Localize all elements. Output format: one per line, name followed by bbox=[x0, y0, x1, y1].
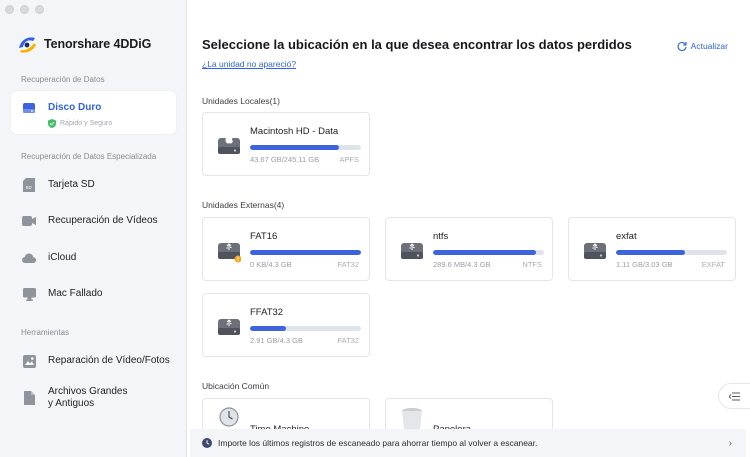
app-brand: Tenorshare 4DDiG bbox=[16, 33, 151, 55]
sidebar-item-label: Tarjeta SD bbox=[48, 179, 95, 190]
drive-usage-fill bbox=[433, 250, 537, 255]
sidebar: Tenorshare 4DDiG Recuperación de Datos D… bbox=[0, 0, 187, 457]
drive-size: 1.11 GB/3.03 GB bbox=[616, 260, 673, 269]
photo-repair-icon bbox=[22, 353, 36, 369]
drive-name: FAT16 bbox=[250, 231, 278, 242]
drive-filesystem: FAT32 bbox=[337, 260, 359, 269]
drive-name: ntfs bbox=[433, 231, 449, 242]
drive-card-fat16[interactable]: FAT16 0 KB/4.3 GB FAT32 bbox=[202, 217, 370, 281]
refresh-button[interactable]: Actualizar bbox=[677, 41, 728, 51]
drive-usage-fill bbox=[250, 145, 339, 150]
sidebar-item-icloud[interactable]: iCloud bbox=[11, 249, 176, 267]
drive-filesystem: FAT32 bbox=[337, 336, 359, 345]
history-clock-icon bbox=[202, 438, 212, 448]
drive-usage-bar bbox=[616, 250, 727, 255]
label-line-2: y Antiguos bbox=[48, 398, 95, 409]
close-window-button[interactable] bbox=[5, 5, 14, 14]
video-camera-icon bbox=[22, 213, 36, 229]
sidebar-item-mac-fallado[interactable]: Mac Fallado bbox=[11, 285, 176, 303]
sidebar-item-large-old-files[interactable]: Archivos Grandes y Antiguos bbox=[11, 385, 176, 411]
drive-usage-bar bbox=[250, 326, 361, 331]
zoom-window-button[interactable] bbox=[35, 5, 44, 14]
cloud-icon bbox=[22, 250, 36, 266]
common-locations-label: Ubicación Común bbox=[202, 381, 270, 391]
refresh-icon bbox=[677, 41, 687, 51]
app-name: Tenorshare 4DDiG bbox=[44, 37, 152, 51]
drive-usage-bar bbox=[433, 250, 544, 255]
window-controls bbox=[5, 5, 44, 14]
drive-card-exfat[interactable]: exfat 1.11 GB/3.03 GB EXFAT bbox=[568, 217, 736, 281]
sidebar-item-label: iCloud bbox=[48, 252, 77, 263]
drive-filesystem: APFS bbox=[339, 155, 359, 164]
shield-check-icon bbox=[48, 119, 56, 128]
section-title-special: Recuperación de Datos Especializada bbox=[21, 152, 157, 161]
sidebar-item-video-recovery[interactable]: Recuperación de Vídeos bbox=[11, 212, 176, 230]
label-line-1: Archivos Grandes bbox=[48, 386, 128, 397]
drive-usage-bar bbox=[250, 250, 361, 255]
drive-size: 2.91 GB/4.3 GB bbox=[250, 336, 303, 345]
local-drives-label: Unidades Locales(1) bbox=[202, 96, 280, 106]
svg-text:SD: SD bbox=[26, 185, 33, 190]
mac-drive-icon bbox=[218, 133, 240, 154]
file-icon bbox=[22, 390, 36, 406]
refresh-label: Actualizar bbox=[690, 41, 728, 51]
usb-drive-icon bbox=[401, 243, 423, 259]
drive-card-ffat32[interactable]: FFAT32 2.91 GB/4.3 GB FAT32 bbox=[202, 293, 370, 357]
drive-name: exfat bbox=[616, 231, 637, 242]
drive-usage-fill bbox=[250, 326, 286, 331]
chevron-right-icon: › bbox=[728, 438, 732, 449]
crashed-mac-icon bbox=[22, 286, 36, 302]
sidebar-item-label: Recuperación de Vídeos bbox=[48, 215, 158, 226]
drive-name: Macintosh HD - Data bbox=[250, 126, 339, 137]
drive-size: 0 KB/4.3 GB bbox=[250, 260, 292, 269]
disk-note: Rápido y Seguro bbox=[48, 119, 112, 128]
sidebar-item-label: Mac Fallado bbox=[48, 288, 103, 299]
sidebar-item-video-photo-repair[interactable]: Reparación de Vídeo/Fotos bbox=[11, 352, 176, 370]
drive-size: 43.67 GB/245.11 GB bbox=[250, 155, 320, 164]
drive-usage-fill bbox=[250, 250, 361, 255]
sidebar-item-sd-card[interactable]: SD Tarjeta SD bbox=[11, 176, 176, 194]
import-scan-records-bar[interactable]: Importe los últimos registros de escanea… bbox=[190, 429, 746, 457]
drive-card-macintosh-hd[interactable]: Macintosh HD - Data 43.67 GB/245.11 GB A… bbox=[202, 112, 370, 176]
page-title: Seleccione la ubicación en la que desea … bbox=[202, 37, 632, 52]
usb-drive-icon bbox=[218, 319, 240, 335]
section-title-recovery: Recuperación de Datos bbox=[21, 75, 105, 84]
drive-size: 289.6 MB/4.3 GB bbox=[433, 260, 491, 269]
drive-usage-bar bbox=[250, 145, 361, 150]
external-drives-label: Unidades Externas(4) bbox=[202, 200, 285, 210]
sd-card-icon: SD bbox=[22, 177, 36, 193]
drive-name: FFAT32 bbox=[250, 307, 284, 318]
hard-drive-icon bbox=[22, 100, 36, 116]
minimize-window-button[interactable] bbox=[20, 5, 29, 14]
sidebar-item-label: Reparación de Vídeo/Fotos bbox=[48, 355, 170, 366]
drive-not-shown-link[interactable]: ¿La unidad no apareció? bbox=[202, 59, 296, 69]
list-menu-icon bbox=[729, 392, 740, 400]
main-panel: Seleccione la ubicación en la que desea … bbox=[188, 0, 750, 457]
import-scan-records-text: Importe los últimos registros de escanea… bbox=[218, 438, 538, 448]
sidebar-item-label: Disco Duro bbox=[48, 101, 102, 113]
section-title-tools: Herramientas bbox=[21, 328, 70, 337]
drive-card-ntfs[interactable]: ntfs 289.6 MB/4.3 GB NTFS bbox=[385, 217, 553, 281]
app-logo-icon bbox=[19, 37, 36, 53]
drive-filesystem: EXFAT bbox=[701, 260, 725, 269]
usb-drive-warning-icon bbox=[218, 243, 241, 263]
drive-filesystem: NTFS bbox=[522, 260, 542, 269]
list-view-toggle-button[interactable] bbox=[718, 383, 750, 409]
disk-note-text: Rápido y Seguro bbox=[60, 120, 113, 127]
drive-usage-fill bbox=[616, 250, 685, 255]
usb-drive-icon bbox=[584, 243, 606, 259]
sidebar-item-label: Archivos Grandes y Antiguos bbox=[48, 386, 127, 410]
